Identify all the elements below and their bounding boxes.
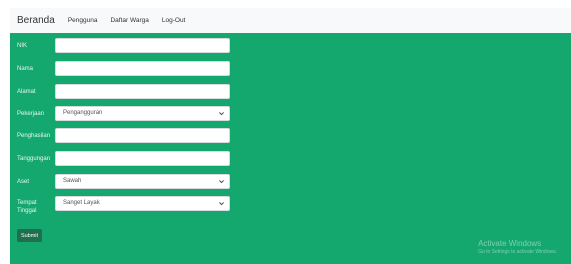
select-tempat-tinggal-value: Sanget Layak <box>63 200 100 206</box>
watermark-title: Activate Windows <box>478 239 542 248</box>
label-penghasilan: Penghasilan <box>17 133 51 139</box>
select-pekerjaan[interactable]: Pengangguran <box>55 106 230 121</box>
input-penghasilan[interactable] <box>55 128 230 143</box>
label-tanggungan: Tanggungan <box>17 156 51 162</box>
label-nik: NIK <box>17 43 28 49</box>
label-tempat-line2: Tinggal <box>17 208 37 214</box>
chevron-down-icon <box>219 180 224 184</box>
input-nama[interactable] <box>55 61 230 76</box>
form-panel: NIK Nama Alamat Pekerjaan Pengangguran P… <box>10 33 571 264</box>
label-nama: Nama <box>17 66 34 72</box>
input-tanggungan[interactable] <box>55 151 230 166</box>
label-tempat-tinggal: Tempat Tinggal <box>17 199 57 215</box>
select-pekerjaan-value: Pengangguran <box>63 110 103 116</box>
input-alamat[interactable] <box>55 84 230 99</box>
submit-button[interactable]: Submit <box>17 229 42 242</box>
label-pekerjaan: Pekerjaan <box>17 111 45 117</box>
chevron-down-icon <box>219 202 224 206</box>
nav-link-pengguna[interactable]: Pengguna <box>68 17 98 24</box>
activate-windows-watermark: Activate Windows Go to Settings to activ… <box>478 239 557 256</box>
label-alamat: Alamat <box>17 89 36 95</box>
watermark-subtitle: Go to Settings to activate Windows. <box>478 249 557 255</box>
input-nik[interactable] <box>55 38 230 53</box>
chevron-down-icon <box>219 112 224 116</box>
page-frame: Beranda Pengguna Daftar Warga Log-Out NI… <box>0 0 571 264</box>
label-aset: Aset <box>17 179 30 185</box>
nav-brand-beranda[interactable]: Beranda <box>17 15 55 26</box>
nav-link-daftar-warga[interactable]: Daftar Warga <box>110 17 148 24</box>
nav-link-logout[interactable]: Log-Out <box>162 17 186 24</box>
select-aset-value: Sawah <box>63 178 82 184</box>
label-tempat-line1: Tempat <box>17 200 37 206</box>
select-aset[interactable]: Sawah <box>55 174 230 189</box>
top-navbar: Beranda Pengguna Daftar Warga Log-Out <box>10 8 571 34</box>
select-tempat-tinggal[interactable]: Sanget Layak <box>55 196 230 211</box>
